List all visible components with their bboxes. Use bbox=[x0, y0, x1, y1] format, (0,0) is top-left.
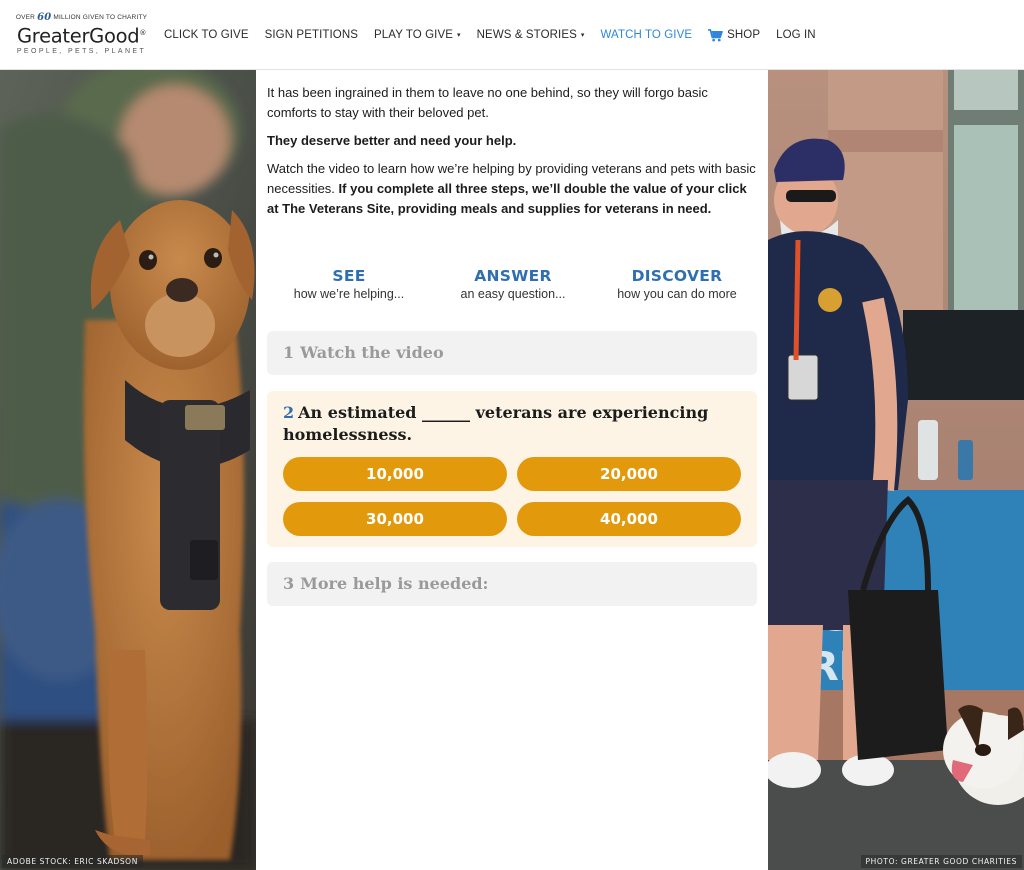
question-text: An estimated ______ veterans are experie… bbox=[283, 403, 709, 444]
logo-tagline: OVER 60 MILLION GIVEN TO CHARITY bbox=[14, 12, 149, 23]
step-1-title: 1 Watch the video bbox=[283, 343, 444, 362]
step-overview-discover: DISCOVER how you can do more bbox=[595, 267, 759, 301]
site-header: OVER 60 MILLION GIVEN TO CHARITY Greater… bbox=[0, 0, 1024, 70]
nav-label: SIGN PETITIONS bbox=[264, 29, 359, 41]
nav-label: CLICK TO GIVE bbox=[164, 29, 249, 41]
logo-subline: PEOPLE, PETS, PLANET bbox=[16, 47, 147, 55]
caret-down-icon: ▾ bbox=[457, 32, 461, 39]
cart-icon bbox=[708, 28, 723, 42]
nav-label: LOG IN bbox=[776, 29, 816, 41]
answer-button-10000[interactable]: 10,000 bbox=[283, 457, 507, 491]
intro-paragraph: It has been ingrained in them to leave n… bbox=[267, 85, 708, 120]
nav-label: PLAY TO GIVE bbox=[374, 29, 454, 41]
logo-tagline-over: OVER bbox=[15, 14, 36, 21]
nav-shop[interactable]: SHOP bbox=[708, 28, 761, 42]
nav-log-in[interactable]: LOG IN bbox=[776, 29, 816, 41]
dog-with-veteran-photo: ADOBE STOCK: ERIC SKADSON bbox=[0, 70, 256, 870]
nav-label: NEWS & STORIES bbox=[476, 29, 577, 41]
nav-sign-petitions[interactable]: SIGN PETITIONS bbox=[265, 29, 358, 41]
step-overview-title: SEE bbox=[332, 267, 366, 285]
step-3-card[interactable]: 3 More help is needed: bbox=[267, 562, 757, 606]
veteran-with-dog-photo: OD RITIE PHOTO: GREATER GOOD CHARITIES bbox=[768, 70, 1024, 870]
answer-button-30000[interactable]: 30,000 bbox=[283, 502, 507, 536]
step-2-card: 2 An estimated ______ veterans are experi… bbox=[267, 391, 757, 547]
step-title-text: Watch the video bbox=[300, 343, 444, 362]
answer-button-20000[interactable]: 20,000 bbox=[517, 457, 741, 491]
answer-button-40000[interactable]: 40,000 bbox=[517, 502, 741, 536]
nav-label: SHOP bbox=[727, 29, 761, 41]
nav-label: WATCH TO GIVE bbox=[600, 29, 693, 41]
nav-watch-to-give[interactable]: WATCH TO GIVE bbox=[601, 29, 693, 41]
step-title-text: More help is needed: bbox=[300, 574, 489, 593]
main-nav: CLICK TO GIVE SIGN PETITIONS PLAY TO GIV… bbox=[164, 0, 832, 70]
step-1-card[interactable]: 1 Watch the video bbox=[267, 331, 757, 375]
nav-play-to-give[interactable]: PLAY TO GIVE ▾ bbox=[374, 29, 461, 41]
instructions-bold: If you complete all three steps, we’ll d… bbox=[267, 181, 747, 216]
caret-down-icon: ▾ bbox=[580, 32, 585, 39]
logo-tagline-rest: MILLION GIVEN TO CHARITY bbox=[53, 14, 148, 21]
nav-click-to-give[interactable]: CLICK TO GIVE bbox=[164, 29, 249, 41]
help-paragraph: They deserve better and need your help. bbox=[267, 131, 759, 151]
step-number: 3 bbox=[283, 574, 295, 593]
photo-credit-right: PHOTO: GREATER GOOD CHARITIES bbox=[860, 855, 1022, 868]
logo-tagline-number: 60 bbox=[37, 12, 52, 23]
step-overview-answer: ANSWER an easy question... bbox=[431, 267, 595, 301]
dog-photo-illustration bbox=[0, 70, 256, 870]
logo-wordmark-text: GreaterGood bbox=[16, 24, 140, 48]
cut-off-text bbox=[267, 70, 759, 76]
steps-overview: SEE how we’re helping... ANSWER an easy … bbox=[267, 267, 759, 301]
step-overview-see: SEE how we’re helping... bbox=[267, 267, 431, 301]
veteran-photo-illustration: OD RITIE bbox=[768, 70, 1024, 870]
photo-credit-left: ADOBE STOCK: ERIC SKADSON bbox=[2, 855, 143, 868]
logo-wordmark: GreaterGood® bbox=[14, 23, 149, 47]
step-overview-sub: an easy question... bbox=[460, 287, 566, 301]
step-overview-title: DISCOVER bbox=[631, 267, 723, 285]
instructions-paragraph: Watch the video to learn how we’re helpi… bbox=[267, 159, 759, 219]
help-emphasis: They deserve better and need your help. bbox=[267, 133, 517, 148]
registered-mark: ® bbox=[139, 29, 147, 37]
main-content: It has been ingrained in them to leave n… bbox=[256, 70, 768, 870]
step-overview-sub: how we’re helping... bbox=[293, 287, 405, 301]
nav-news-stories[interactable]: NEWS & STORIES ▾ bbox=[477, 29, 585, 41]
greatergood-logo[interactable]: OVER 60 MILLION GIVEN TO CHARITY Greater… bbox=[14, 12, 149, 58]
step-number: 1 bbox=[283, 343, 295, 362]
step-overview-sub: how you can do more bbox=[617, 287, 737, 301]
step-overview-title: ANSWER bbox=[474, 267, 552, 285]
step-3-title: 3 More help is needed: bbox=[283, 574, 488, 593]
step-number: 2 bbox=[283, 403, 295, 422]
question-title: 2 An estimated ______ veterans are experi… bbox=[283, 402, 743, 446]
